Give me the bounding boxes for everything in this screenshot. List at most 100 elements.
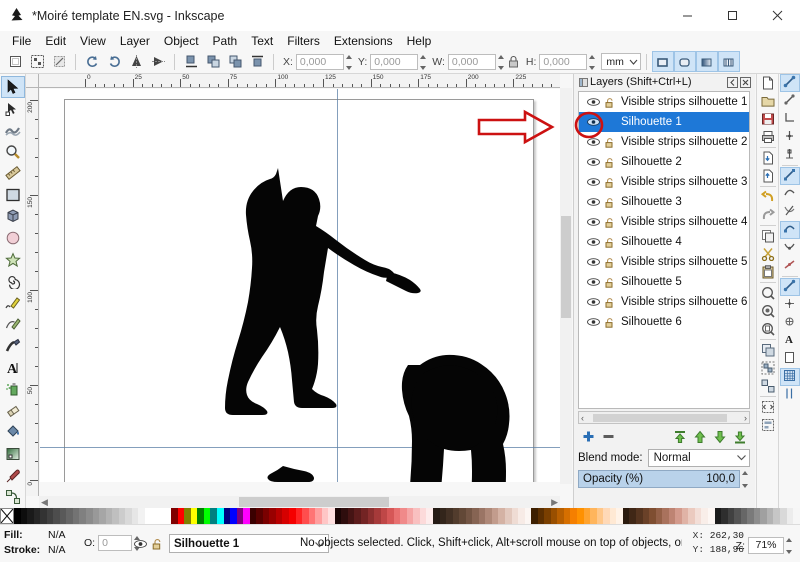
lock-open-icon[interactable] [602, 137, 618, 148]
menu-extensions[interactable]: Extensions [327, 33, 400, 49]
layer-row[interactable]: Visible strips silhouette 5 [579, 252, 749, 272]
add-layer-button[interactable] [578, 428, 598, 446]
connector-tool[interactable] [1, 486, 25, 508]
layer-row[interactable]: Visible strips silhouette 4 [579, 212, 749, 232]
eye-icon[interactable] [585, 297, 602, 307]
lock-open-icon[interactable] [602, 237, 618, 248]
lock-open-icon[interactable] [149, 538, 166, 550]
lower-layer-to-bottom-button[interactable] [730, 428, 750, 446]
snap-smooth-nodes-toggle[interactable] [780, 239, 800, 257]
opacity-spinner[interactable] [741, 470, 750, 488]
lock-open-icon[interactable] [602, 157, 618, 168]
w-input[interactable]: 0,000 [448, 54, 496, 70]
menu-object[interactable]: Object [157, 33, 206, 49]
flip-horizontal-button[interactable] [125, 51, 147, 72]
eye-icon[interactable] [585, 277, 602, 287]
pencil-tool[interactable] [1, 292, 25, 314]
snap-page-border-toggle[interactable] [780, 350, 800, 368]
snap-bbox-edge-midpoint-toggle[interactable] [780, 128, 800, 146]
eye-icon[interactable] [585, 157, 602, 167]
import-button[interactable] [758, 149, 778, 167]
rectangle-tool[interactable] [1, 184, 25, 206]
eraser-tool[interactable] [1, 400, 25, 422]
paste-clipboard-button[interactable] [758, 263, 778, 281]
open-folder-button[interactable] [758, 92, 778, 110]
snap-grid-toggle[interactable] [780, 368, 800, 386]
raise-layer-button[interactable] [690, 428, 710, 446]
spiral-tool[interactable] [1, 270, 25, 292]
rotate-cw-button[interactable] [103, 51, 125, 72]
drawing-canvas[interactable] [40, 89, 560, 482]
lock-open-icon[interactable] [602, 277, 618, 288]
gradient-tool[interactable] [1, 443, 25, 465]
snap-midpoints-toggle[interactable] [780, 257, 800, 275]
layers-horizontal-scrollbar[interactable]: ‹ › [578, 411, 750, 424]
eye-icon[interactable] [585, 117, 602, 127]
eye-icon[interactable] [585, 177, 602, 187]
calligraphy-pen-tool[interactable] [1, 335, 25, 357]
opacity-slider[interactable]: Opacity (%) 100,0 [578, 470, 740, 488]
move-gradients-toggle[interactable] [696, 51, 718, 72]
selector-tool[interactable] [1, 76, 25, 98]
vertical-scroll-thumb[interactable] [561, 216, 571, 318]
collapse-panel-icon[interactable] [726, 76, 739, 89]
redo-button[interactable] [758, 206, 778, 224]
layer-row[interactable]: Visible strips silhouette 6 [579, 292, 749, 312]
eye-icon[interactable] [585, 137, 602, 147]
layer-row[interactable]: Silhouette 6 [579, 312, 749, 332]
snap-guide-toggle[interactable] [780, 386, 800, 404]
layer-row[interactable]: Silhouette 1 [579, 112, 749, 132]
snap-rotation-center-toggle[interactable] [780, 314, 800, 332]
palette-swatch[interactable] [793, 508, 800, 524]
snap-nodes-toggle[interactable] [780, 167, 800, 185]
bezier-pen-tool[interactable] [1, 314, 25, 336]
layers-scroll-left-arrow[interactable]: ‹ [581, 413, 584, 423]
snap-bounding-box-toggle[interactable] [780, 92, 800, 110]
scroll-left-arrow[interactable]: ◀ [41, 497, 48, 508]
layers-list[interactable]: Visible strips silhouette 1Silhouette 1V… [578, 91, 750, 409]
layers-scroll-right-arrow[interactable]: › [744, 413, 747, 423]
zoom-drawing-button[interactable] [758, 302, 778, 320]
snap-bbox-center-toggle[interactable] [780, 146, 800, 164]
snap-cusp-nodes-toggle[interactable] [780, 221, 800, 239]
enable-snapping-toggle[interactable] [780, 74, 800, 92]
color-palette[interactable] [0, 508, 800, 524]
eye-icon[interactable] [585, 97, 602, 107]
menu-filters[interactable]: Filters [280, 33, 327, 49]
flip-vertical-button[interactable] [147, 51, 169, 72]
scale-rounded-corners-toggle[interactable] [674, 51, 696, 72]
h-input[interactable]: 0,000 [539, 54, 587, 70]
close-panel-icon[interactable] [739, 76, 752, 89]
zoom-page-button[interactable] [758, 320, 778, 338]
layer-row[interactable]: Silhouette 3 [579, 192, 749, 212]
move-patterns-toggle[interactable] [718, 51, 740, 72]
lock-open-icon[interactable] [602, 197, 618, 208]
eye-icon[interactable] [585, 217, 602, 227]
lock-open-icon[interactable] [602, 297, 618, 308]
eye-icon[interactable] [585, 237, 602, 247]
menu-edit[interactable]: Edit [38, 33, 73, 49]
snap-others-toggle[interactable] [780, 278, 800, 296]
remove-layer-button[interactable] [598, 428, 618, 446]
menu-path[interactable]: Path [206, 33, 245, 49]
deselect-button[interactable] [48, 51, 70, 72]
x-spinner[interactable] [345, 54, 354, 70]
eye-icon[interactable] [585, 197, 602, 207]
lock-open-icon[interactable] [602, 317, 618, 328]
raise-layer-to-top-button[interactable] [670, 428, 690, 446]
lock-open-icon[interactable] [602, 257, 618, 268]
raise-to-top-button[interactable] [246, 51, 268, 72]
layer-row[interactable]: Silhouette 4 [579, 232, 749, 252]
menu-text[interactable]: Text [244, 33, 280, 49]
zoom-input[interactable]: 71% [748, 537, 784, 554]
layers-scroll-thumb[interactable] [593, 414, 727, 422]
undo-button[interactable] [758, 188, 778, 206]
printer-button[interactable] [758, 128, 778, 146]
menu-layer[interactable]: Layer [113, 33, 157, 49]
lock-open-icon[interactable] [602, 97, 618, 108]
y-input[interactable]: 0,000 [370, 54, 418, 70]
select-all-in-layers-button[interactable] [26, 51, 48, 72]
eye-icon[interactable] [585, 257, 602, 267]
text-tool[interactable]: A [1, 357, 25, 379]
w-spinner[interactable] [497, 54, 506, 70]
